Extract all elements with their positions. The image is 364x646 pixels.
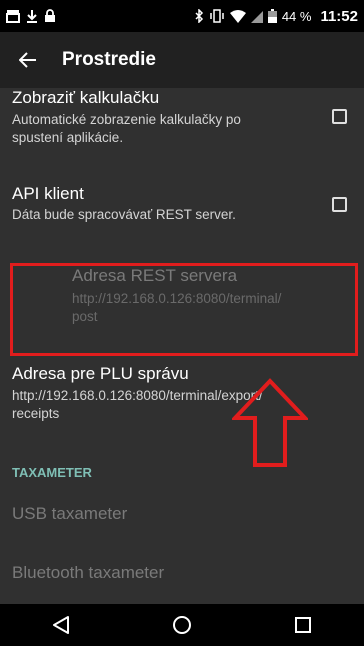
signal-icon: [250, 10, 263, 23]
navigation-bar: [0, 604, 364, 646]
back-button[interactable]: [0, 32, 56, 88]
triangle-back-icon: [52, 616, 69, 634]
battery-percent: 44 %: [281, 8, 312, 24]
pref-title: Adresa pre PLU správu: [12, 364, 189, 383]
nav-back-button[interactable]: [31, 604, 91, 646]
square-recents-icon: [295, 617, 312, 633]
pref-summary: receipts: [12, 406, 60, 421]
arrow-up-icon: [232, 378, 308, 467]
category-taxameter: TAXAMETER: [12, 465, 92, 480]
pref-bluetooth-taxameter: Bluetooth taxameter: [0, 563, 364, 593]
pref-api-client[interactable]: API klient Dáta bude spracovávať REST se…: [0, 184, 364, 240]
pref-usb-taxameter: USB taxameter: [0, 504, 364, 534]
pref-title: Zobraziť kalkulačku: [12, 88, 160, 107]
download-icon: [27, 10, 37, 23]
wifi-icon: [229, 9, 246, 23]
arrow-left-icon: [19, 52, 36, 68]
status-icons-left: [6, 9, 56, 23]
nav-recents-button[interactable]: [273, 604, 333, 646]
screen-cast-icon: [6, 10, 20, 23]
app-bar: Prostredie: [0, 32, 364, 88]
pref-summary: Automatické zobrazenie kalkulačky po: [12, 112, 241, 127]
pref-show-calculator[interactable]: Zobraziť kalkulačku Automatické zobrazen…: [0, 88, 364, 158]
highlight-box: [10, 263, 358, 356]
circle-home-icon: [172, 616, 191, 634]
status-icons-right: 44 % 11:52: [194, 8, 358, 25]
bluetooth-icon: [195, 9, 203, 23]
pref-summary: Dáta bude spracovávať REST server.: [12, 207, 236, 222]
pref-title: Bluetooth taxameter: [12, 563, 165, 582]
pref-title: API klient: [12, 184, 84, 203]
status-bar: 44 % 11:52: [0, 0, 364, 32]
pref-summary: spustení aplikácie.: [12, 130, 124, 145]
pref-plu-address[interactable]: Adresa pre PLU správu http://192.168.0.1…: [0, 364, 364, 430]
vibrate-icon: [210, 9, 224, 23]
lock-icon: [45, 9, 55, 22]
clock: 11:52: [320, 7, 358, 25]
battery-icon: [267, 9, 277, 23]
api-client-checkbox[interactable]: [332, 197, 347, 212]
calculator-checkbox[interactable]: [332, 109, 347, 124]
pref-title: USB taxameter: [12, 504, 128, 523]
pref-summary: http://192.168.0.126:8080/terminal/expor…: [12, 388, 263, 403]
page-title: Prostredie: [62, 49, 156, 70]
nav-home-button[interactable]: [152, 604, 212, 646]
